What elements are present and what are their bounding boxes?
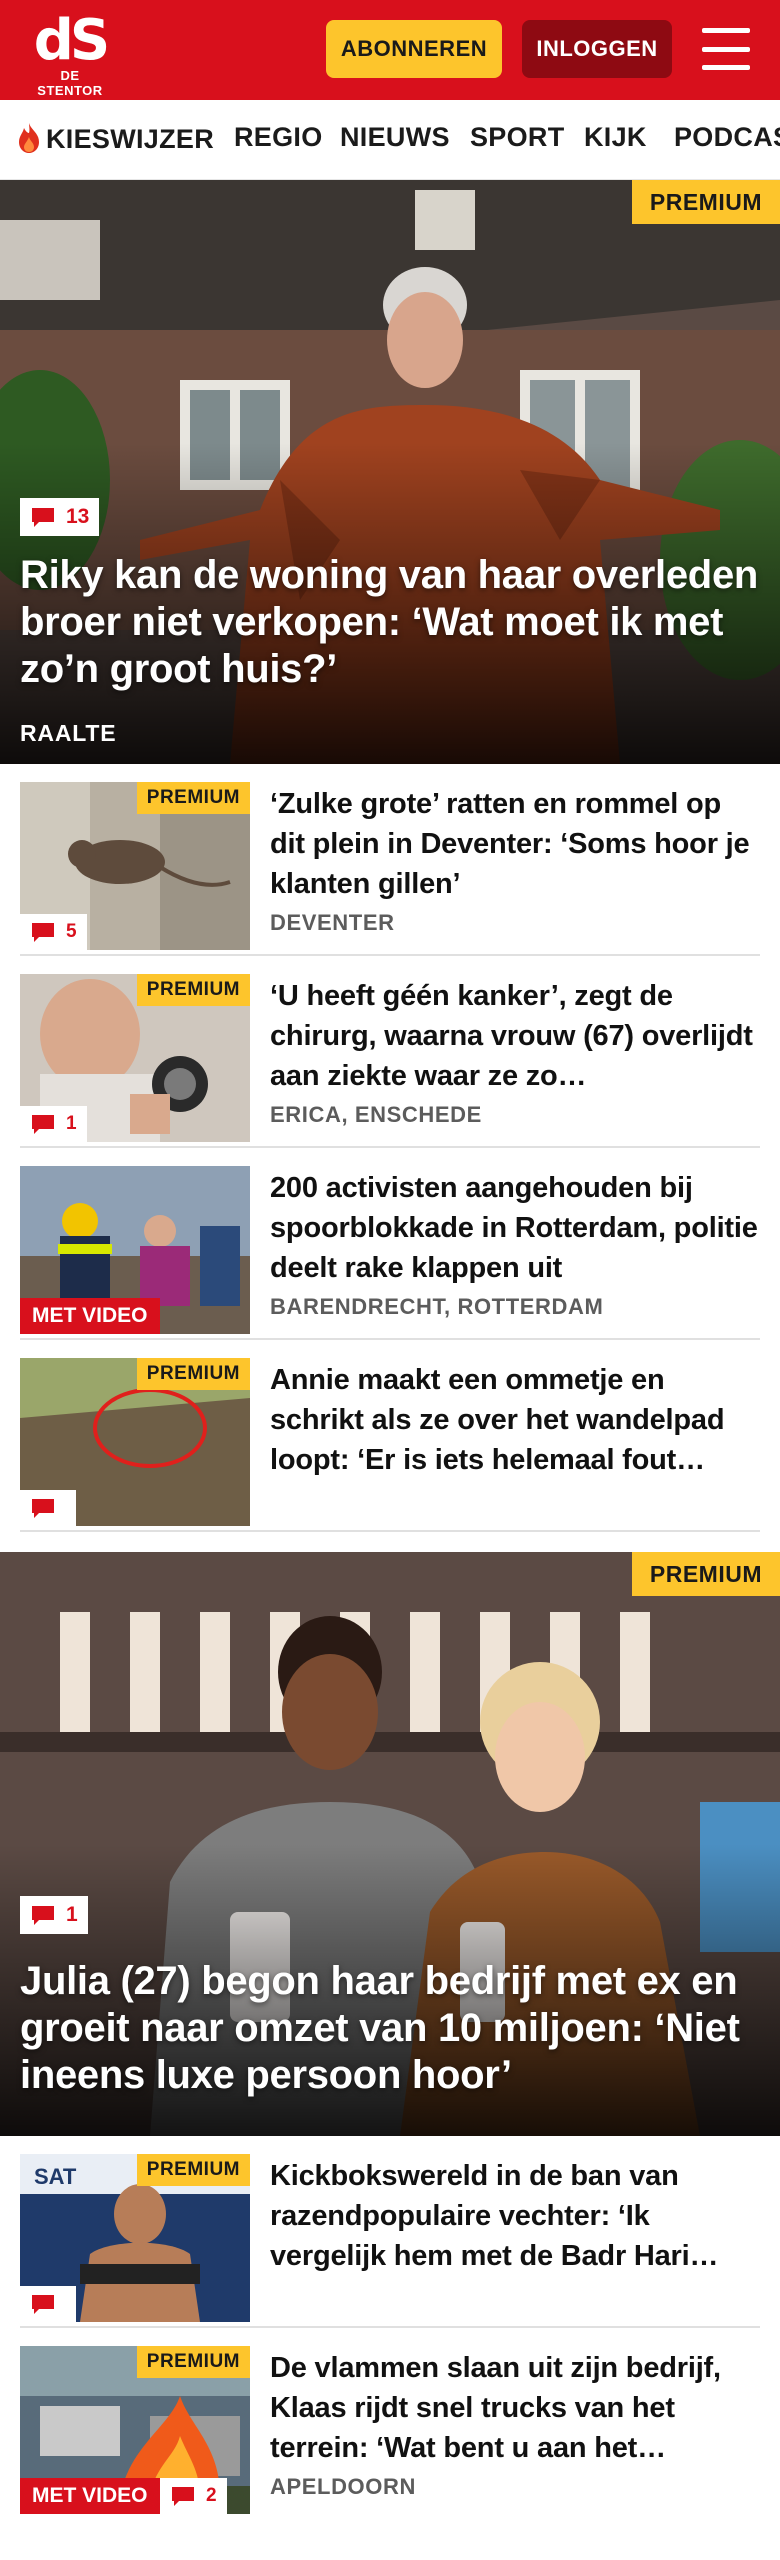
article-title[interactable]: Kickbokswereld in de ban van razendpopul…: [270, 2156, 760, 2276]
flame-icon: [19, 123, 39, 153]
comment-icon: [32, 1906, 54, 1925]
article-thumbnail: PREMIUM MET VIDEO 2: [20, 2346, 250, 2514]
nav-item-podcast[interactable]: PODCAS: [674, 122, 780, 153]
article-title[interactable]: ‘U heeft géén kanker’, zegt de chirurg, …: [270, 976, 760, 1096]
article-thumbnail: PREMIUM 1: [20, 974, 250, 1142]
hero-article-1[interactable]: PREMIUM 13 Riky kan de woning van haar o…: [0, 180, 780, 764]
video-badge: MET VIDEO: [20, 1298, 160, 1334]
comment-icon: [32, 508, 54, 527]
article-thumbnail: MET VIDEO: [20, 1166, 250, 1334]
list-item[interactable]: PREMIUM 5 ‘Zulke grote’ ratten en rommel…: [20, 764, 760, 956]
article-thumbnail: PREMIUM: [20, 1358, 250, 1526]
list-item[interactable]: MET VIDEO 200 activisten aangehouden bij…: [20, 1148, 760, 1340]
comment-count-badge[interactable]: [20, 2286, 76, 2322]
comment-count-badge[interactable]: 2: [160, 2478, 227, 2514]
nav-item-nieuws[interactable]: NIEUWS: [340, 122, 450, 153]
list-item[interactable]: PREMIUM MET VIDEO 2 De vlammen slaan uit…: [20, 2328, 760, 2560]
comment-count: 13: [66, 505, 90, 528]
logo-mark: dS: [33, 8, 110, 73]
nav-item-sport[interactable]: SPORT: [470, 122, 565, 153]
app-root: dS DE STENTOR ABONNEREN INLOGGEN KIESWIJ…: [0, 0, 780, 2560]
main-nav: KIESWIJZER REGIO NIEUWS SPORT KIJK PODCA…: [0, 100, 780, 180]
premium-badge: PREMIUM: [136, 2346, 250, 2378]
nav-label: KIESWIJZER: [46, 124, 215, 154]
comment-count: 1: [66, 1903, 78, 1926]
article-title[interactable]: Annie maakt een ommetje en schrikt als z…: [270, 1360, 760, 1480]
video-badge: MET VIDEO: [20, 2478, 160, 2514]
comment-icon: [32, 1499, 54, 1518]
comment-count-badge[interactable]: 1: [20, 1106, 87, 1142]
premium-badge: PREMIUM: [136, 782, 250, 814]
list-item[interactable]: PREMIUM 1 ‘U heeft géén kanker’, zegt de…: [20, 956, 760, 1148]
article-title[interactable]: ‘Zulke grote’ ratten en rommel op dit pl…: [270, 784, 760, 904]
comment-icon: [32, 2295, 54, 2314]
hero-title[interactable]: Riky kan de woning van haar overleden br…: [20, 552, 760, 693]
menu-icon[interactable]: [698, 24, 754, 74]
article-location: BARENDRECHT, ROTTERDAM: [270, 1294, 604, 1319]
nav-item-regio[interactable]: REGIO: [234, 122, 323, 153]
comment-count-badge[interactable]: [20, 1490, 76, 1526]
comment-count: 5: [66, 921, 77, 942]
list-item[interactable]: PREMIUM Annie maakt een ommetje en schri…: [20, 1340, 760, 1532]
article-location: DEVENTER: [270, 910, 395, 935]
article-location: APELDOORN: [270, 2474, 416, 2499]
premium-badge: PREMIUM: [136, 2154, 250, 2186]
top-bar: dS DE STENTOR ABONNEREN INLOGGEN: [0, 0, 780, 100]
comment-count: 1: [66, 1113, 77, 1134]
article-thumbnail: SAT PREMIUM: [20, 2154, 250, 2322]
article-location: ERICA, ENSCHEDE: [270, 1102, 482, 1127]
hero-location: RAALTE: [20, 720, 117, 746]
comment-count: 2: [206, 2485, 217, 2506]
premium-badge: PREMIUM: [136, 974, 250, 1006]
comment-icon: [32, 1115, 54, 1134]
premium-badge: PREMIUM: [631, 1552, 780, 1596]
nav-item-kijk[interactable]: KIJK: [584, 122, 647, 153]
list-item[interactable]: SAT PREMIUM Kickbokswereld in de ban van…: [20, 2136, 760, 2328]
site-logo[interactable]: dS DE STENTOR: [28, 8, 112, 99]
nav-item-kieswijzer[interactable]: KIESWIJZER: [16, 122, 214, 155]
comment-count-badge[interactable]: 1: [20, 1896, 88, 1934]
hero-title[interactable]: Julia (27) begon haar bedrijf met ex en …: [20, 1958, 760, 2099]
premium-badge: PREMIUM: [136, 1358, 250, 1390]
comment-count-badge[interactable]: 13: [20, 498, 100, 536]
article-title[interactable]: 200 activisten aangehouden bij spoorblok…: [270, 1168, 760, 1288]
hero-article-2[interactable]: PREMIUM 1 Julia (27) begon haar bedrijf …: [0, 1552, 780, 2136]
article-thumbnail: PREMIUM 5: [20, 782, 250, 950]
article-title[interactable]: De vlammen slaan uit zijn bedrijf, Klaas…: [270, 2348, 760, 2468]
comment-count-badge[interactable]: 5: [20, 914, 87, 950]
comment-icon: [172, 2487, 194, 2506]
subscribe-button[interactable]: ABONNEREN: [326, 20, 502, 78]
svg-text:SAT: SAT: [34, 2164, 77, 2189]
comment-icon: [32, 923, 54, 942]
premium-badge: PREMIUM: [631, 180, 780, 224]
login-button[interactable]: INLOGGEN: [522, 20, 672, 78]
